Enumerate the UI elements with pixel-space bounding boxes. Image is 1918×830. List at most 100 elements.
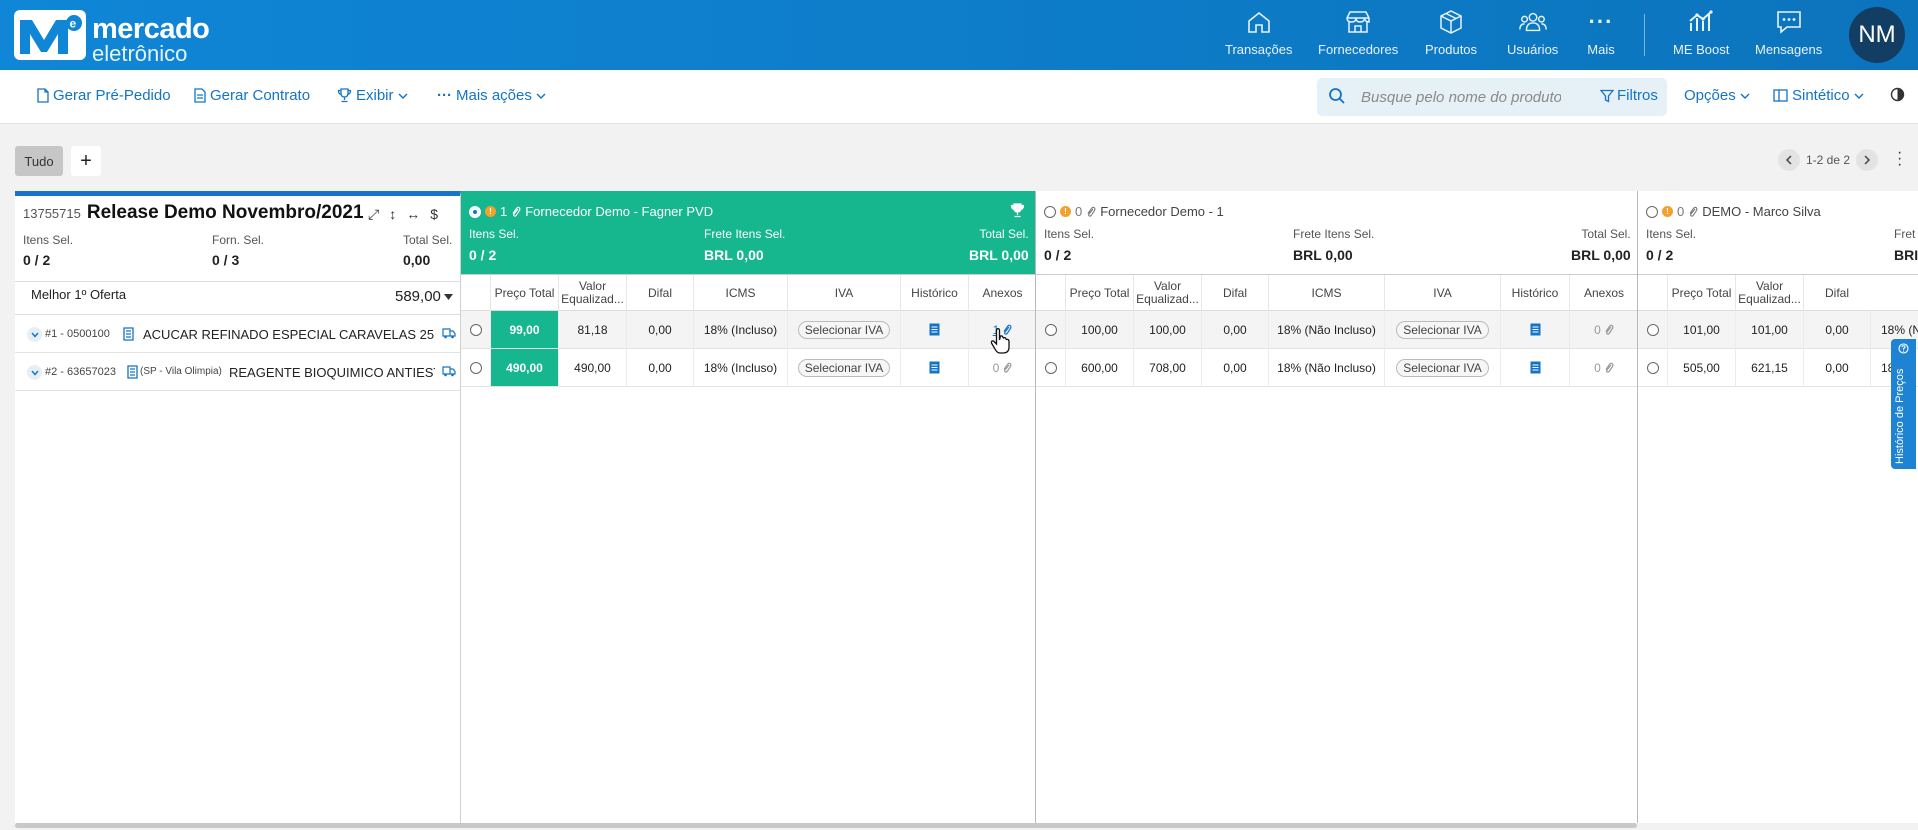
anexos-cell[interactable]: 0 (1569, 349, 1637, 387)
stat-label: Frete Itens Sel. (1293, 227, 1375, 241)
row-select[interactable] (1638, 311, 1667, 349)
history-list-icon[interactable] (1530, 323, 1541, 336)
paperclip-icon (1605, 362, 1614, 373)
supplier-name[interactable]: DEMO - Marco Silva (1702, 204, 1820, 219)
contract-icon (194, 88, 206, 103)
selecionar-iva-button[interactable]: Selecionar IVA (1396, 320, 1489, 339)
preco-total-cell[interactable]: 101,00 (1667, 311, 1735, 349)
selecionar-iva-button[interactable]: Selecionar IVA (797, 320, 891, 339)
supplier-name[interactable]: Fornecedor Demo - Fagner PVD (525, 204, 713, 219)
gerar-pre-pedido-label: Gerar Pré-Pedido (53, 87, 171, 104)
exibir-dropdown[interactable]: Exibir (337, 87, 408, 104)
history-list-icon[interactable] (929, 323, 940, 336)
best-offer-value: 589,00 (395, 288, 441, 305)
col-difal[interactable]: Difal (1201, 275, 1268, 311)
history-list-icon[interactable] (1530, 361, 1541, 374)
nav-mensagens[interactable]: Mensagens (1755, 8, 1822, 57)
row-radio[interactable] (1646, 323, 1659, 336)
nav-produtos[interactable]: Produtos (1425, 8, 1477, 57)
mais-acoes-dropdown[interactable]: ··· Mais ações (437, 87, 546, 104)
row-select[interactable] (1036, 311, 1065, 349)
opcoes-dropdown[interactable]: Opções (1684, 87, 1750, 104)
quote-header: 13755715 Release Demo Novembro/2021 (23, 202, 364, 224)
anexos-count: 0 (1594, 360, 1601, 375)
nav-me-boost[interactable]: ME Boost (1673, 8, 1729, 57)
user-avatar[interactable]: NM (1849, 7, 1905, 63)
col-iva[interactable]: IVA (1384, 275, 1500, 311)
expand-row-icon[interactable] (27, 327, 42, 342)
supplier-name-row: ! 0 DEMO - Marco Silva (1646, 204, 1821, 219)
supplier-select-radio[interactable] (1646, 205, 1658, 218)
alert-icon: ! (1060, 206, 1071, 217)
row-radio[interactable] (469, 323, 482, 336)
row-select[interactable] (461, 311, 490, 349)
document-icon[interactable] (123, 327, 134, 341)
preco-total-cell[interactable]: 100,00 (1065, 311, 1133, 349)
col-valor-equalizado[interactable]: Valor Equalizad... (1133, 275, 1201, 311)
anexos-cell[interactable]: 0 (1569, 311, 1637, 349)
item-row-2[interactable]: #2 - 63657023 (SP - Vila Olimpia) REAGEN… (15, 353, 460, 391)
col-difal[interactable]: Difal (1803, 275, 1870, 311)
nav-usuarios[interactable]: Usuários (1507, 8, 1558, 57)
next-page-button[interactable] (1856, 149, 1879, 171)
tab-tudo[interactable]: Tudo (15, 146, 63, 176)
col-anexos[interactable]: Anexos (968, 275, 1035, 311)
row-select[interactable] (1638, 349, 1667, 387)
historico-precos-tab[interactable]: Histórico de Preços (1891, 339, 1916, 469)
selecionar-iva-button[interactable]: Selecionar IVA (797, 358, 891, 377)
row-radio[interactable] (1646, 361, 1659, 374)
row-select[interactable] (461, 349, 490, 387)
horizontal-resize-icon[interactable]: ↔ (406, 206, 420, 223)
kebab-menu-icon[interactable]: · · · (1897, 145, 1902, 173)
icms-cell: 18% (Não Incluso) (1268, 349, 1384, 387)
col-valor-equalizado[interactable]: Valor Equalizad... (558, 275, 626, 311)
col-valor-equalizado[interactable]: Valor Equalizad... (1735, 275, 1803, 311)
preco-total-cell[interactable]: 505,00 (1667, 349, 1735, 387)
contrast-toggle[interactable] (1890, 87, 1905, 102)
iva-cell: Selecionar IVA (1384, 349, 1500, 387)
preco-total-cell[interactable]: 490,00 (490, 349, 558, 387)
gerar-contrato-button[interactable]: Gerar Contrato (194, 87, 310, 104)
supplier-select-radio[interactable] (469, 205, 481, 218)
horizontal-scrollbar[interactable] (15, 823, 1637, 828)
col-preco-total[interactable]: Preço Total (1065, 275, 1133, 311)
col-historico[interactable]: Histórico (1500, 275, 1569, 311)
prev-page-button[interactable] (1778, 149, 1800, 171)
expand-icon[interactable]: ⤢ (368, 206, 379, 223)
best-offer-row[interactable]: Melhor 1º Oferta 589,00 (15, 281, 460, 315)
document-icon[interactable] (127, 365, 138, 379)
gerar-pre-pedido-button[interactable]: Gerar Pré-Pedido (37, 87, 171, 104)
stat-value: BRL 0,00 (969, 247, 1029, 263)
quote-tools: ⤢ ↕ ↔ $ (368, 206, 438, 223)
col-anexos[interactable]: Anexos (1569, 275, 1637, 311)
expand-row-icon[interactable] (27, 365, 42, 380)
nav-fornecedores[interactable]: Fornecedores (1318, 8, 1398, 57)
currency-icon[interactable]: $ (430, 206, 438, 223)
nav-mais[interactable]: ··· Mais (1586, 8, 1616, 57)
col-icms[interactable]: ICMS (1268, 275, 1384, 311)
supplier-select-radio[interactable] (1044, 205, 1056, 218)
row-select[interactable] (1036, 349, 1065, 387)
row-radio[interactable] (469, 361, 482, 374)
row-radio[interactable] (1044, 361, 1057, 374)
col-icms[interactable]: ICMS (693, 275, 787, 311)
col-preco-total[interactable]: Preço Total (1667, 275, 1735, 311)
product-search-input[interactable] (1361, 87, 1561, 107)
col-iva[interactable]: IVA (787, 275, 900, 311)
add-tab-button[interactable]: + (71, 146, 101, 176)
vertical-resize-icon[interactable]: ↕ (389, 206, 396, 223)
col-difal[interactable]: Difal (626, 275, 693, 311)
filtros-button[interactable]: Filtros (1600, 87, 1658, 104)
nav-transacoes[interactable]: Transações (1225, 8, 1292, 57)
selecionar-iva-button[interactable]: Selecionar IVA (1396, 358, 1489, 377)
preco-total-cell[interactable]: 600,00 (1065, 349, 1133, 387)
preco-total-cell[interactable]: 99,00 (490, 311, 558, 349)
supplier-name[interactable]: Fornecedor Demo - 1 (1100, 204, 1224, 219)
col-historico[interactable]: Histórico (900, 275, 968, 311)
row-radio[interactable] (1044, 323, 1057, 336)
item-row-1[interactable]: #1 - 0500100 ACUCAR REFINADO ESPECIAL CA… (15, 315, 460, 353)
history-list-icon[interactable] (929, 361, 940, 374)
col-preco-total[interactable]: Preço Total (490, 275, 558, 311)
sintetico-dropdown[interactable]: Sintético (1773, 87, 1864, 104)
mercado-eletronico-logo[interactable]: e mercado eletrônico (14, 10, 210, 65)
